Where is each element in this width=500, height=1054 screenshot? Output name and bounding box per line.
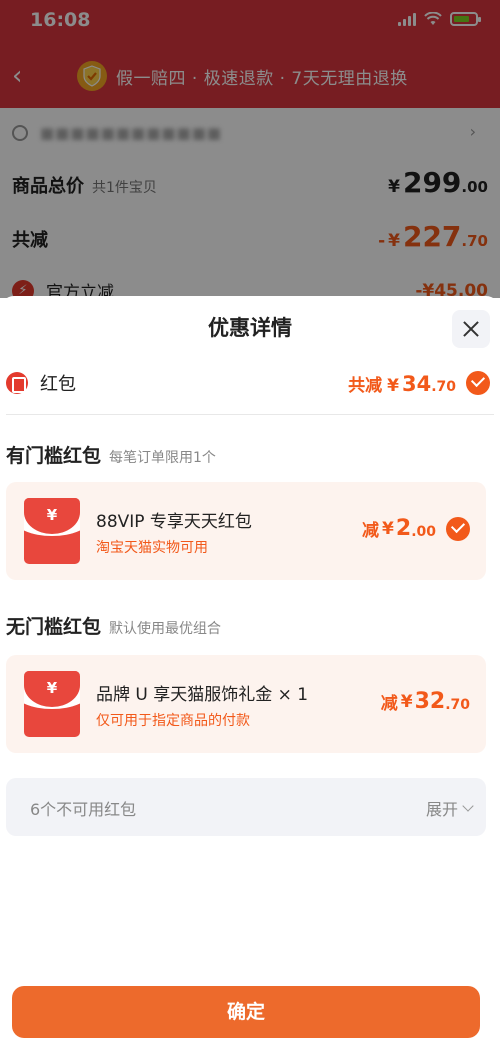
amount-integer: 2: [395, 516, 412, 541]
coupon-desc: 淘宝天猫实物可用: [96, 540, 208, 556]
check-icon[interactable]: [446, 516, 470, 541]
total-prefix: 共减: [348, 375, 383, 396]
no-threshold-section-title: 无门槛红包 默认使用最优组合: [6, 612, 221, 639]
currency-symbol: ¥: [400, 691, 413, 712]
amount-prefix: 减: [380, 694, 398, 714]
currency-symbol: ¥: [382, 518, 394, 539]
coupon-card[interactable]: ¥ 品牌 U 享天猫服饰礼金 × 1 仅可用于指定商品的付款 减 ¥ 32 .7…: [6, 655, 486, 753]
hongbao-label: 红包: [40, 374, 76, 395]
section-heading: 无门槛红包: [6, 616, 102, 638]
coupon-amount: 减 ¥ 32 .70: [381, 689, 470, 714]
currency-symbol: ¥: [387, 375, 399, 396]
amount-decimal: .00: [411, 523, 436, 540]
coupon-amount: 减 ¥ 2 .00: [362, 516, 470, 541]
sheet-title: 优惠详情: [208, 316, 292, 340]
section-subtitle: 默认使用最优组合: [109, 621, 222, 637]
amount-prefix: 减: [362, 521, 380, 541]
threshold-section-title: 有门槛红包 每笔订单限用1个: [6, 441, 216, 468]
coupon-card[interactable]: ¥ 88VIP 专享天天红包 淘宝天猫实物可用 减 ¥ 2 .00: [6, 482, 486, 580]
confirm-button[interactable]: 确定: [12, 986, 480, 1038]
amount-decimal: .70: [445, 696, 470, 713]
coupon-desc: 仅可用于指定商品的付款: [96, 713, 250, 729]
unavailable-coupons-row[interactable]: 6个不可用红包 展开: [6, 778, 486, 836]
yen-glyph: ¥: [46, 679, 58, 697]
divider: [6, 414, 494, 415]
red-envelope-icon: ¥: [24, 498, 80, 564]
amount-decimal: .70: [431, 378, 456, 395]
close-button[interactable]: [452, 310, 490, 348]
hongbao-icon: [6, 372, 28, 394]
check-icon[interactable]: [466, 371, 490, 395]
coupon-name: 88VIP 专享天天红包: [96, 512, 252, 532]
unavailable-text: 6个不可用红包: [30, 800, 137, 819]
discount-details-sheet: 优惠详情 红包 共减 ¥ 34 .70 有门槛红包 每笔订单限用1个 ¥ 88V…: [0, 296, 500, 1054]
hongbao-total: 共减 ¥ 34 .70: [348, 371, 456, 396]
expand-button[interactable]: 展开: [425, 796, 474, 820]
expand-label: 展开: [425, 800, 458, 819]
modal-overlay[interactable]: [0, 0, 500, 298]
chevron-down-icon: [462, 800, 474, 812]
section-heading: 有门槛红包: [6, 445, 102, 467]
hongbao-row[interactable]: 红包 共减 ¥ 34 .70: [6, 368, 490, 398]
red-envelope-icon: ¥: [24, 671, 80, 737]
yen-glyph: ¥: [46, 506, 58, 524]
section-subtitle: 每笔订单限用1个: [109, 450, 216, 466]
coupon-name: 品牌 U 享天猫服饰礼金 × 1: [96, 685, 309, 705]
amount-integer: 32: [414, 689, 446, 714]
amount-integer: 34: [401, 371, 432, 396]
